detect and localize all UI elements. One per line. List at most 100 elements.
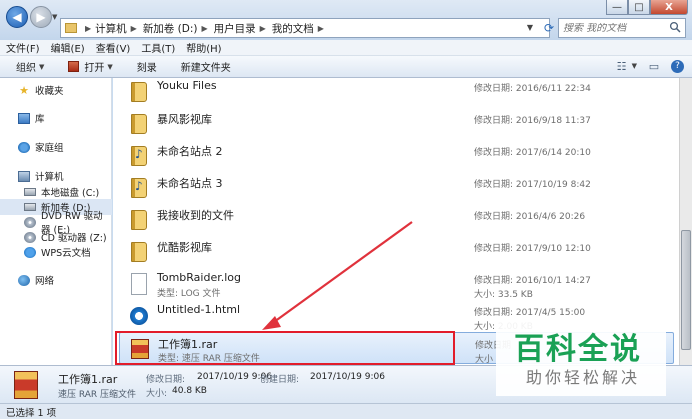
menu-tools[interactable]: 工具(T) [141, 40, 175, 55]
chevron-right-icon[interactable]: ▶ [201, 24, 207, 33]
file-date: 修改日期: 2016/10/1 14:27 [474, 276, 591, 286]
file-name: Youku Files [157, 79, 217, 92]
chevron-right-icon[interactable]: ▶ [85, 24, 91, 33]
chevron-down-icon[interactable]: ▼ [632, 62, 637, 70]
hard-drive-icon [24, 188, 36, 196]
nav-favorites[interactable]: ★ 收藏夹 [0, 82, 112, 98]
vertical-scrollbar[interactable] [679, 78, 692, 365]
cd-drive-icon [24, 231, 36, 243]
details-file-name: 工作簿1.rar [58, 373, 118, 386]
library-icon [18, 112, 30, 124]
file-row-received[interactable]: 我接收到的文件 修改日期: 2016/4/6 20:26 [119, 204, 674, 236]
folder-icon [65, 23, 77, 33]
star-icon: ★ [19, 83, 29, 97]
refresh-icon: ⟳ [543, 21, 555, 35]
music-folder-icon [131, 146, 147, 166]
nav-cd-drive-z[interactable]: CD 驱动器 (Z:) [0, 229, 112, 245]
breadcrumb-drive-d[interactable]: 新加卷 (D:) ▶ [143, 21, 212, 36]
file-name: 未命名站点 2 [157, 145, 223, 158]
chevron-right-icon[interactable]: ▶ [260, 24, 266, 33]
new-folder-button[interactable]: 新建文件夹 [181, 59, 231, 74]
file-row-tombraider-log[interactable]: TombRaider.log 类型: LOG 文件 修改日期: 2016/10/… [119, 268, 674, 300]
scroll-thumb[interactable] [681, 230, 691, 350]
address-bar[interactable]: ▶ 计算机 ▶ 新加卷 (D:) ▶ 用户目录 ▶ 我的文档 ▶ ▼ [60, 18, 550, 38]
folder-icon [131, 242, 147, 262]
homegroup-icon [18, 141, 30, 153]
watermark-subtitle: 助你轻松解决 [526, 368, 641, 387]
view-controls: ☷ ▼ ▭ ? [605, 59, 684, 73]
menu-file[interactable]: 文件(F) [6, 40, 40, 55]
file-name: 暴风影视库 [157, 113, 212, 126]
menu-bar: 文件(F) 编辑(E) 查看(V) 工具(T) 帮助(H) [0, 40, 692, 56]
menu-help[interactable]: 帮助(H) [186, 40, 221, 55]
nav-network[interactable]: 网络 [0, 272, 112, 288]
folder-icon [131, 114, 147, 134]
search-icon [669, 21, 681, 33]
nav-dvd-drive-e[interactable]: DVD RW 驱动器 (E:) [0, 211, 112, 236]
file-row-site-2[interactable]: 未命名站点 2 修改日期: 2017/6/14 20:10 [119, 140, 674, 172]
breadcrumb-user-dir[interactable]: 用户目录 ▶ [214, 21, 270, 36]
file-date: 修改日期: 2017/10/19 8:42 [474, 180, 591, 190]
chevron-right-icon[interactable]: ▶ [318, 24, 324, 33]
status-bar: 已选择 1 项 [0, 403, 692, 419]
forward-button[interactable]: ▶ [30, 6, 52, 28]
chevron-down-icon: ▼ [39, 62, 45, 71]
search-box[interactable] [558, 18, 686, 38]
menu-view[interactable]: 查看(V) [96, 40, 131, 55]
nav-libraries[interactable]: 库 [0, 110, 112, 126]
nav-homegroup[interactable]: 家庭组 [0, 139, 112, 155]
arrow-right-icon: ▶ [36, 10, 46, 24]
minimize-button[interactable]: — [606, 0, 628, 15]
file-row-youku-files[interactable]: Youku Files 修改日期: 2016/6/11 22:34 [119, 78, 674, 108]
rar-app-icon [68, 61, 80, 72]
view-options-icon[interactable]: ☷ [615, 59, 629, 73]
file-date: 修改日期: 2016/9/18 11:37 [474, 116, 591, 126]
recent-pages-dropdown[interactable]: ▼ [52, 13, 60, 21]
preview-pane-icon[interactable]: ▭ [647, 59, 661, 73]
nav-wps-cloud[interactable]: WPS云文档 [0, 244, 112, 260]
organize-button[interactable]: 组织 ▼ [16, 59, 45, 75]
close-button[interactable]: X [650, 0, 688, 15]
file-name: 工作簿1.rar [158, 338, 218, 351]
file-row-youku-library[interactable]: 优酷影视库 修改日期: 2017/9/10 12:10 [119, 236, 674, 268]
status-text: 已选择 1 项 [6, 407, 57, 419]
nav-local-disk-c[interactable]: 本地磁盘 (C:) [0, 184, 112, 200]
address-dropdown-icon[interactable]: ▼ [527, 23, 533, 32]
maximize-button[interactable]: □ [628, 0, 650, 15]
computer-icon [18, 170, 30, 182]
rar-archive-icon [14, 371, 38, 399]
open-button[interactable]: 打开 ▼ [68, 59, 113, 74]
file-type: 类型: 速压 RAR 压缩文件 [158, 354, 260, 364]
rar-archive-icon [131, 339, 149, 359]
breadcrumb-my-documents[interactable]: 我的文档 ▶ [272, 21, 328, 36]
cloud-icon [24, 246, 36, 258]
refresh-button[interactable]: ⟳ [540, 19, 558, 37]
html-file-icon [130, 307, 148, 325]
folder-icon [131, 210, 147, 230]
dvd-drive-icon [24, 216, 36, 228]
folder-icon [131, 82, 147, 102]
hard-drive-icon [24, 203, 36, 211]
document-icon [131, 273, 147, 295]
window-controls: — □ X [606, 0, 688, 15]
search-input[interactable] [563, 22, 663, 34]
music-folder-icon [131, 178, 147, 198]
breadcrumb-computer[interactable]: 计算机 ▶ [95, 21, 141, 36]
nav-computer[interactable]: 计算机 [0, 168, 112, 184]
arrow-left-icon: ◀ [12, 10, 22, 24]
address-row: ◀ ▶ ▼ ▶ 计算机▶ 新加卷 (D:)▶ 用户目录▶ 我的文档▶ ▼ ⟳ —… [0, 0, 692, 40]
burn-button[interactable]: 刻录 [137, 59, 157, 74]
chevron-right-icon[interactable]: ▶ [131, 24, 137, 33]
details-created-value: 2017/10/19 9:06 [310, 372, 385, 382]
menu-edit[interactable]: 编辑(E) [51, 40, 85, 55]
network-icon [18, 274, 30, 286]
back-button[interactable]: ◀ [6, 6, 28, 28]
help-icon[interactable]: ? [671, 59, 684, 73]
details-file-type: 速压 RAR 压缩文件 [58, 390, 137, 400]
details-size-value: 40.8 KB [172, 386, 207, 396]
file-row-site-3[interactable]: 未命名站点 3 修改日期: 2017/10/19 8:42 [119, 172, 674, 204]
file-date: 修改日期: 2017/9/10 12:10 [474, 244, 591, 254]
file-row-baofeng[interactable]: 暴风影视库 修改日期: 2016/9/18 11:37 [119, 108, 674, 140]
details-modified-label: 修改日期: [146, 375, 186, 385]
file-date: 修改日期: 2016/6/11 22:34 [474, 84, 591, 94]
